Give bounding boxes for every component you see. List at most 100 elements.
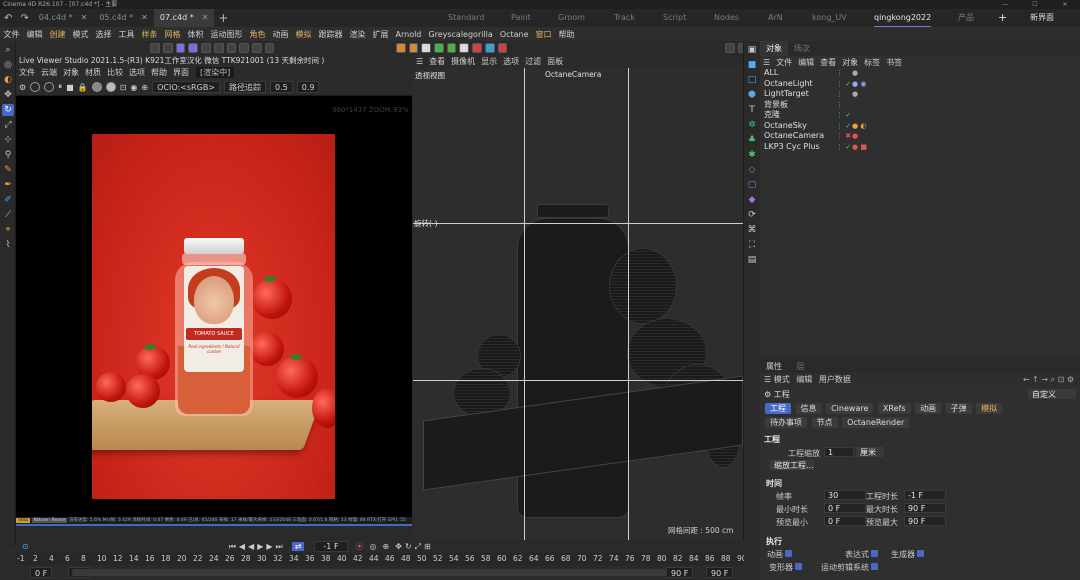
tab-objects[interactable]: 对象 [760,41,788,56]
preview-end-field[interactable]: 90 F [666,567,694,578]
range-end-field[interactable]: 90 F [706,567,734,578]
ocio-select[interactable]: OCIO:<sRGB> [152,81,221,93]
pause-icon[interactable]: ⏸ [58,82,62,92]
menu-octane[interactable]: Octane [496,30,532,39]
checkbox[interactable] [917,550,924,557]
field-icon[interactable] [264,43,275,53]
menu-edit[interactable]: 编辑 [23,29,46,40]
attr-menu-userdata[interactable]: 用户数据 [819,375,851,384]
menu-file[interactable]: 文件 [0,29,23,40]
obj-menu-bookmarks[interactable]: 书签 [883,57,905,68]
visibility-flags[interactable]: ⋮ ✖ [836,131,851,142]
object-row[interactable]: OctaneLight ⋮ ✓ ● ◉ [760,79,1080,90]
camera-icon[interactable]: ⟳ [746,209,758,221]
object-row[interactable]: LightTarget ⋮ ● [760,89,1080,100]
project-scale-input[interactable]: 1 [824,447,854,457]
menu-mode[interactable]: 模式 [69,29,92,40]
keyframe-icon[interactable]: ⊕ [383,542,390,551]
octane-sky-icon[interactable] [459,43,470,53]
sphere-icon[interactable] [91,82,102,92]
spline-icon[interactable] [201,43,211,53]
value-b-field[interactable]: 0.9 [296,81,320,93]
sculpt-icon[interactable]: ⌇ [2,239,14,251]
magnet-icon[interactable]: ⌖ [2,224,14,236]
sphere-icon[interactable]: ⬢ [746,89,758,101]
visibility-flags[interactable]: ⋮ ✓ [836,121,851,132]
attr-tab-bullet[interactable]: 子弹 [945,403,972,414]
octane-fog-icon[interactable] [484,43,495,53]
light-icon[interactable]: ⌘ [746,224,758,236]
lv-menu-compare[interactable]: 比较 [104,67,126,78]
menu-hamburger-icon[interactable]: ☰ [764,375,774,384]
menu-select[interactable]: 选择 [92,29,115,40]
cloner-icon[interactable] [175,43,186,53]
menu-simulate[interactable]: 模拟 [292,29,315,40]
lv-menu-objects[interactable]: 对象 [60,67,82,78]
min-time-input[interactable]: 0 F [824,503,866,513]
lv-menu-file[interactable]: 文件 [16,67,38,78]
viewport-camera[interactable]: OctaneCamera [545,70,601,79]
exec-animation[interactable]: 动画 [764,549,792,560]
attr-tab-todo[interactable]: 待办事项 [765,417,807,428]
menu-help[interactable]: 帮助 [555,29,578,40]
visibility-flags[interactable]: ⋮ ✓ [836,79,851,90]
checkbox[interactable] [871,563,878,570]
field-icon[interactable]: ▢ [746,179,758,191]
add-tab-icon[interactable]: + [214,11,232,25]
object-row[interactable]: ALL ⋮ ● [760,68,1080,79]
stop-icon[interactable]: ■ [66,83,74,92]
menu-extensions[interactable]: 扩展 [369,29,392,40]
attr-tab-info[interactable]: 信息 [795,403,822,414]
exec-generators[interactable]: 生成器 [890,549,924,560]
layout-kong-uv[interactable]: kong_UV [812,9,847,27]
layout-paint[interactable]: Paint [511,9,531,27]
octane-tag-icon[interactable] [497,43,508,53]
live-select-icon[interactable]: ◎ [2,59,14,71]
close-icon[interactable]: ✕ [81,9,88,27]
crop-icon[interactable]: ⊡ [120,83,127,92]
light-icon[interactable] [226,43,237,53]
menu-hamburger-icon[interactable]: ☰ [413,57,426,66]
doc-tab-07[interactable]: 07.c4d * ✕ [153,9,215,27]
object-row[interactable]: 克隆 ⋮ ✓ [760,110,1080,121]
layout-qingkong2022[interactable]: qingkong2022 [874,9,932,27]
live-viewer-icon[interactable]: ◐ [2,74,14,86]
preview-max-input[interactable]: 90 F [904,516,946,526]
generator-icon[interactable]: ✲ [746,119,758,131]
layout-standard[interactable]: Standard [448,9,484,27]
obj-menu-edit[interactable]: 编辑 [795,57,817,68]
octane-camera-icon[interactable] [421,43,432,53]
rotate-icon[interactable]: ↻ [2,104,14,116]
vp-menu-display[interactable]: 显示 [478,56,500,67]
layout-nodes[interactable]: Nodes [714,9,739,27]
attr-tab-cineware[interactable]: Cineware [826,403,874,414]
attr-tab-xrefs[interactable]: XRefs [877,403,911,414]
lv-menu-cloud[interactable]: 云端 [38,67,60,78]
octane-settings-icon[interactable] [408,43,419,53]
clay-icon[interactable] [105,82,116,92]
deformer-icon[interactable]: ◇ [746,164,758,176]
object-row[interactable]: LKP3 Cyc Plus ⋮ ✓ ● ■ [760,142,1080,153]
lock-icon[interactable]: 🔒 [78,83,88,92]
layout-product[interactable]: 产品 [958,9,974,27]
attr-tab-animation[interactable]: 动画 [915,403,942,414]
menu-spline[interactable]: 样条 [138,29,161,40]
object-row[interactable]: OctaneSky ⋮ ✓ ● ◐ [760,121,1080,132]
exec-deformers[interactable]: 变形器 [764,562,802,573]
kernel-select[interactable]: 路径追踪 [224,81,267,93]
object-tags[interactable]: ● ■ [852,142,867,153]
minimize-button[interactable]: — [990,0,1020,9]
mograph-icon[interactable]: ✱ [746,149,758,161]
lv-menu-materials[interactable]: 材质 [82,67,104,78]
close-icon[interactable]: ✕ [202,9,209,27]
tab-takes[interactable]: 场次 [788,41,816,56]
obj-menu-file[interactable]: 文件 [773,57,795,68]
project-scale-unit[interactable]: 厘米 [856,447,884,457]
octane-material-icon[interactable] [434,43,444,53]
viewport-layout-icon[interactable]: ▣ [746,44,758,56]
visibility-flags[interactable]: ⋮ ✓ [836,142,851,153]
attr-menu-mode[interactable]: 模式 [774,375,790,384]
close-window-button[interactable]: ✕ [1050,0,1080,9]
new-interface-button[interactable]: 新界面 [1030,9,1054,27]
checkbox[interactable] [785,550,792,557]
